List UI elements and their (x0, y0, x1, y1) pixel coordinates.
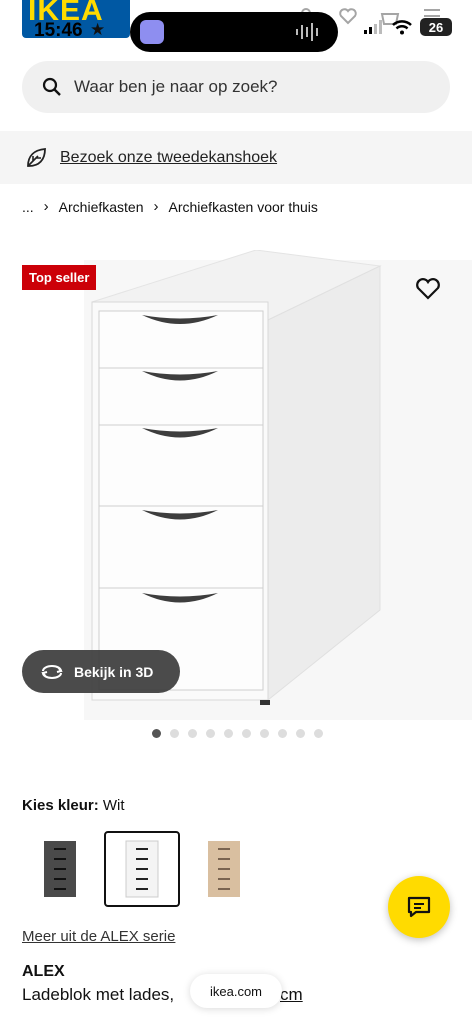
browser-url-pill[interactable]: ikea.com (190, 974, 282, 1008)
audio-wave-icon (296, 23, 318, 41)
rotate-3d-icon (41, 664, 63, 679)
heart-icon[interactable] (412, 272, 444, 304)
battery-indicator: 26 (420, 18, 452, 36)
carousel-dot[interactable] (314, 729, 323, 738)
search-input[interactable]: Waar ben je naar op zoek? (22, 61, 450, 113)
chevron-right-icon: › (153, 198, 159, 215)
search-placeholder: Waar ben je naar op zoek? (74, 77, 278, 96)
view-3d-label: Bekijk in 3D (74, 663, 154, 680)
carousel-dot[interactable] (296, 729, 305, 738)
carousel-dots (152, 729, 323, 738)
series-link[interactable]: Meer uit de ALEX serie (22, 928, 175, 945)
breadcrumb-archiefkasten-thuis[interactable]: Archiefkasten voor thuis (169, 199, 318, 215)
swatch-dark-grey[interactable] (22, 831, 98, 907)
drawer-unit-thumbnail (125, 840, 159, 898)
swatch-oak-effect[interactable] (186, 831, 262, 907)
drawer-unit-thumbnail (44, 841, 76, 897)
chat-button[interactable] (388, 876, 450, 938)
breadcrumb-ellipsis[interactable]: ... (22, 199, 34, 215)
product-description: Ladeblok met lades, cm (22, 985, 303, 1004)
view-3d-button[interactable]: Bekijk in 3D (22, 650, 180, 693)
product-name: ALEX (22, 963, 65, 980)
carousel-dot[interactable] (260, 729, 269, 738)
recording-app-icon (140, 20, 164, 44)
drawer-unit-thumbnail (208, 841, 240, 897)
carousel-dot[interactable] (170, 729, 179, 738)
signal-icon (364, 20, 382, 34)
breadcrumb: ... › Archiefkasten › Archiefkasten voor… (22, 198, 318, 215)
color-swatches (22, 831, 262, 907)
carousel-dot[interactable] (206, 729, 215, 738)
swatch-white[interactable] (104, 831, 180, 907)
carousel-dot[interactable] (152, 729, 161, 738)
wifi-icon (392, 19, 412, 34)
carousel-dot[interactable] (188, 729, 197, 738)
leaf-icon (27, 147, 46, 167)
selected-color: Wit (102, 797, 125, 814)
top-seller-badge: Top seller (22, 265, 97, 290)
carousel-dot[interactable] (278, 729, 287, 738)
second-chance-link[interactable]: Bezoek onze tweedekanshoek (60, 149, 277, 167)
chat-icon (407, 896, 431, 918)
dynamic-island (130, 12, 338, 52)
status-bar: IKEA 15:46 ★ 26 (0, 0, 472, 52)
carousel-dot[interactable] (242, 729, 251, 738)
chevron-right-icon: › (43, 198, 49, 215)
clock: 15:46 (34, 20, 83, 41)
color-label: Kies kleur: Wit (22, 797, 125, 814)
star-icon: ★ (90, 20, 106, 39)
breadcrumb-archiefkasten[interactable]: Archiefkasten (59, 199, 144, 215)
carousel-dot[interactable] (224, 729, 233, 738)
search-icon (42, 77, 61, 96)
second-chance-banner[interactable]: Bezoek onze tweedekanshoek (0, 131, 472, 184)
heart-icon (339, 8, 357, 25)
product-size-link[interactable]: cm (280, 985, 303, 1005)
